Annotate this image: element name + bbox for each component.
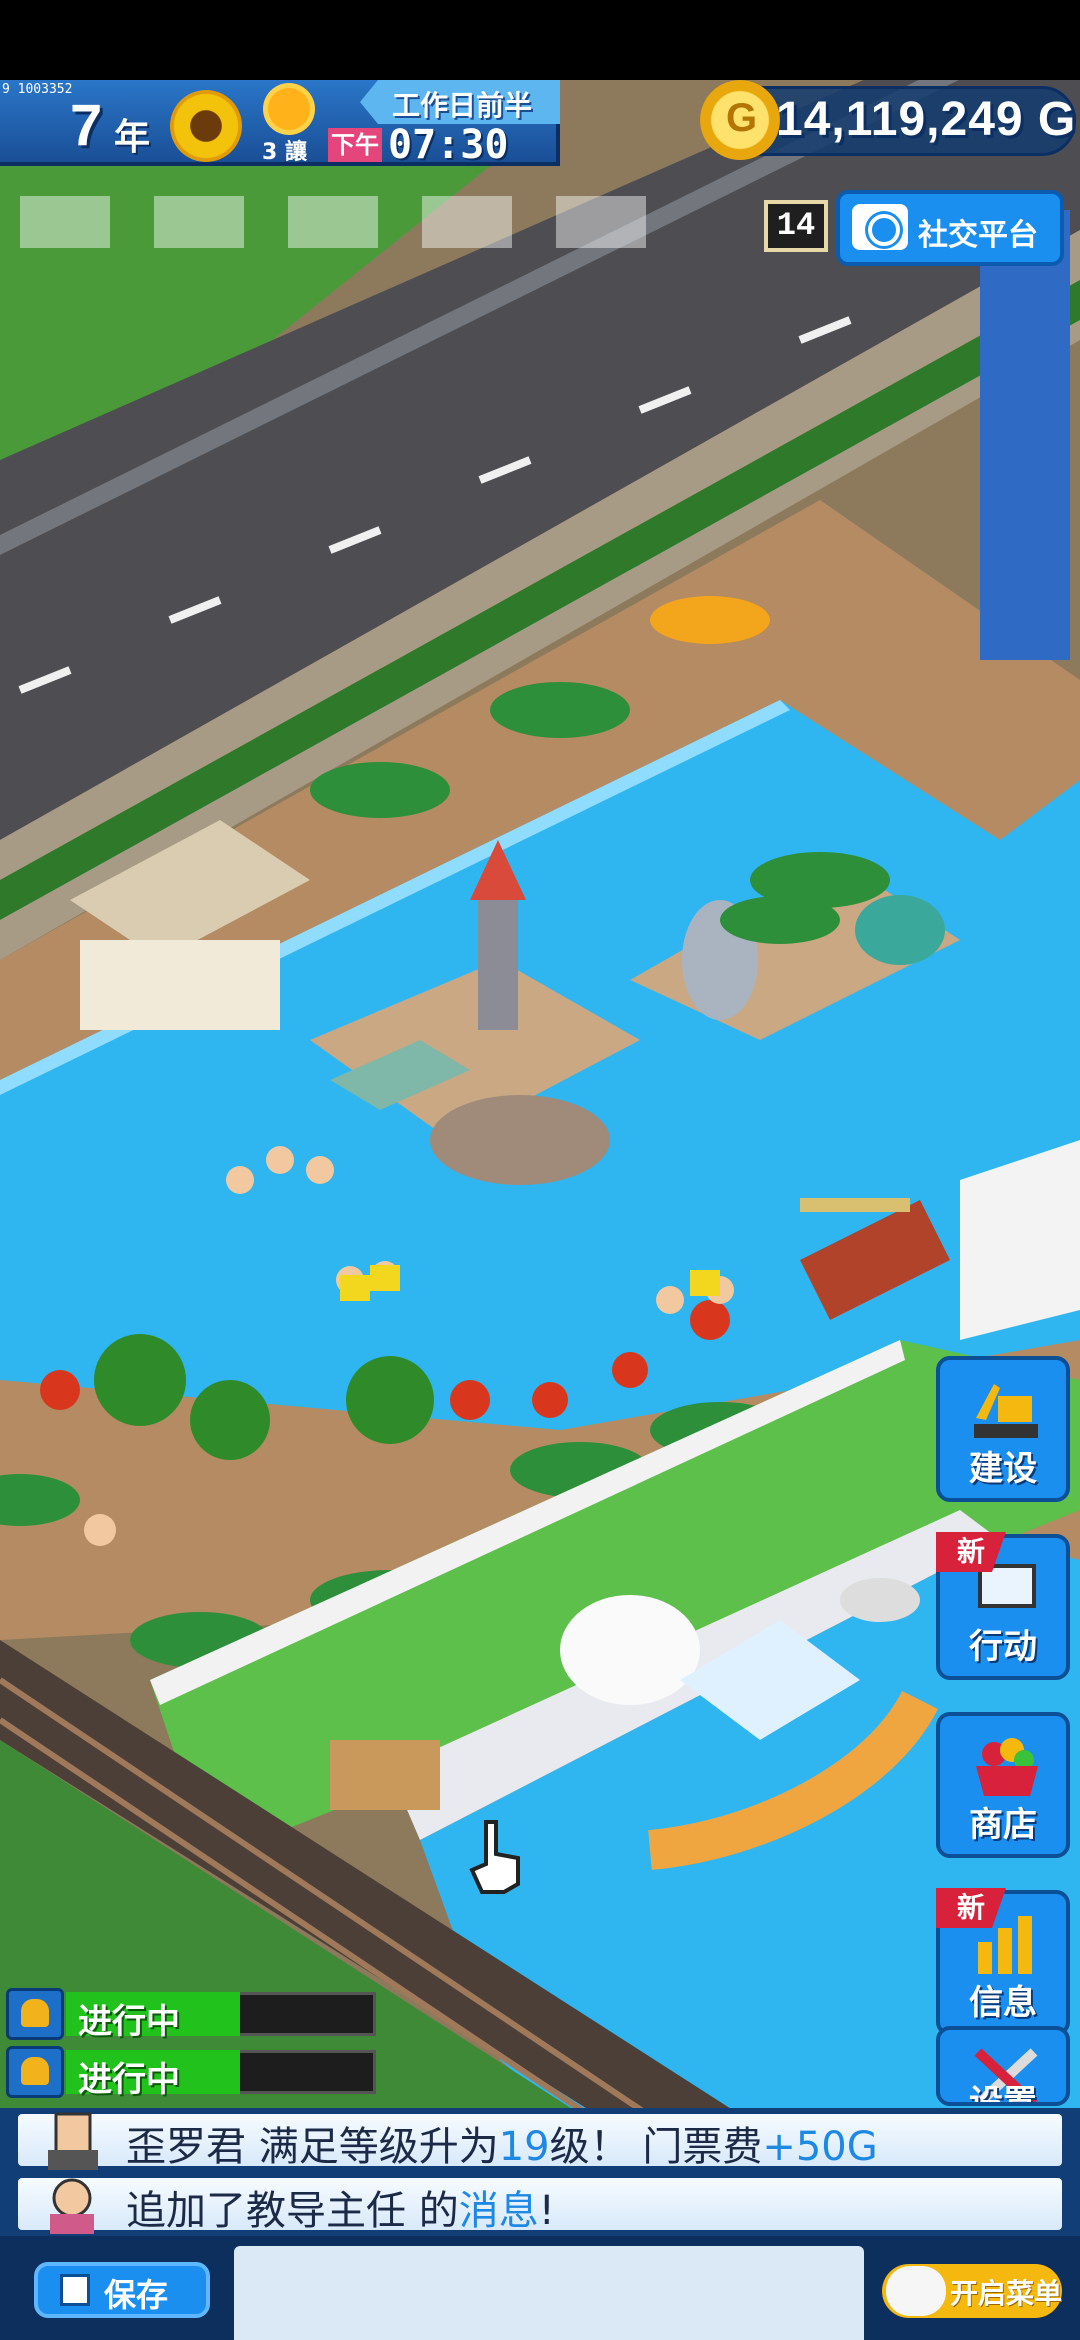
news-message: 歪罗君 满足等级升为19级！ 门票费+50G	[126, 2124, 878, 2170]
action-label: 行动	[969, 1627, 1037, 1667]
game-scene[interactable]	[0, 80, 1080, 2230]
ampm-badge: 下午	[328, 128, 382, 162]
quick-tab[interactable]	[422, 196, 512, 248]
info-button[interactable]: 新 信息	[936, 1888, 1070, 2036]
hand-pointer-icon	[469, 1820, 520, 1894]
player-id: 9 1003352	[2, 82, 73, 97]
manager-avatar-icon	[48, 2112, 98, 2170]
day-phase: 工作日前半	[392, 89, 533, 122]
task-progress[interactable]: 进行中	[0, 2046, 380, 2100]
quick-tab[interactable]	[288, 196, 378, 248]
camera-icon	[852, 204, 908, 250]
build-button[interactable]: 建设	[936, 1356, 1070, 1502]
shop-button[interactable]: 商店	[936, 1712, 1070, 1858]
clock-time: 07:30	[388, 122, 509, 168]
news-ticker[interactable]: 歪罗君 满足等级升为19级！ 门票费+50G	[0, 2108, 1080, 2172]
quick-tabs	[20, 196, 646, 248]
task-progress[interactable]: 进行中	[0, 1988, 380, 2042]
progress-label: 进行中	[78, 2002, 180, 2042]
build-label: 建设	[969, 1449, 1037, 1489]
progress-label: 进行中	[78, 2060, 180, 2100]
quick-tab[interactable]	[20, 196, 110, 248]
quick-tab[interactable]	[556, 196, 646, 248]
bell-icon	[6, 1988, 64, 2040]
sun-weather-icon	[268, 88, 310, 130]
basket-icon	[976, 1738, 1038, 1796]
save-icon	[60, 2274, 90, 2306]
park-map	[0, 80, 1080, 2230]
action-button[interactable]: 新 行动	[936, 1532, 1070, 1680]
year-label: 年	[114, 117, 151, 158]
social-level-badge: 14	[764, 200, 828, 252]
settings-button[interactable]: 设置	[936, 2026, 1070, 2106]
menu-toggle-label: 开启菜单	[950, 2277, 1063, 2310]
news-message: 追加了教导主任 的消息!	[126, 2188, 555, 2234]
news-ticker[interactable]: 追加了教导主任 的消息!	[0, 2172, 1080, 2236]
shop-label: 商店	[969, 1805, 1037, 1845]
teacher-avatar-icon	[50, 2178, 94, 2234]
gold-amount: 14,119,249 G	[776, 93, 1077, 146]
status-bar	[0, 0, 1080, 80]
info-label: 信息	[969, 1983, 1037, 2023]
message-box[interactable]	[234, 2246, 864, 2340]
save-label: 保存	[104, 2276, 169, 2314]
menu-toggle-knob	[886, 2266, 946, 2316]
sunflower-season-icon	[170, 90, 242, 162]
week-label: 3 讓	[262, 140, 307, 165]
excavator-icon	[974, 1384, 1038, 1438]
year-number: 7	[70, 93, 103, 158]
settings-label: 设置	[969, 2083, 1037, 2106]
bell-icon	[6, 2046, 64, 2098]
quick-tab[interactable]	[154, 196, 244, 248]
social-platform-label: 社交平台	[918, 218, 1038, 253]
gold-coin-letter: G	[726, 96, 758, 140]
